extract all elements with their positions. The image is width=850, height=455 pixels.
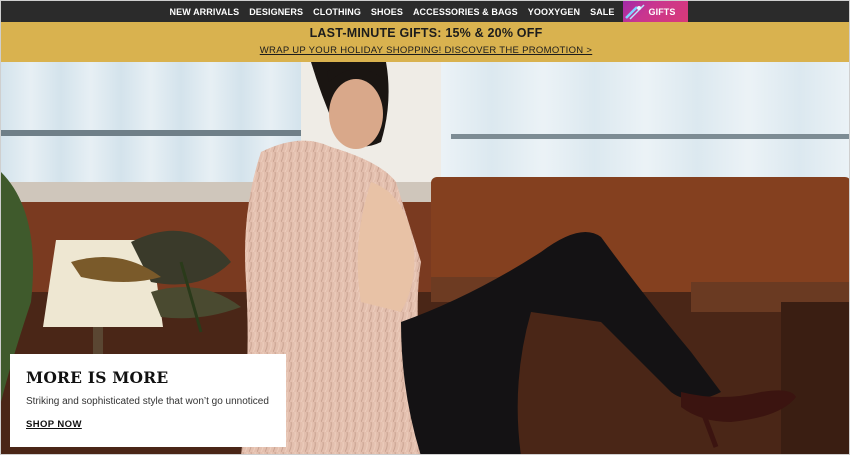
nav-designers[interactable]: DESIGNERS xyxy=(244,1,308,22)
gift-ribbon-icon xyxy=(624,4,645,20)
hero-card-title: MORE IS MORE xyxy=(26,368,169,387)
promo-title: LAST-MINUTE GIFTS: 15% & 20% OFF xyxy=(309,26,543,40)
page-frame: NEW ARRIVALS DESIGNERS CLOTHING SHOES AC… xyxy=(0,0,850,455)
shop-now-link[interactable]: SHOP NOW xyxy=(26,419,82,430)
nav-shoes[interactable]: SHOES xyxy=(366,1,408,22)
nav-gifts[interactable]: GIFTS xyxy=(622,1,688,22)
hero-card-description: Striking and sophisticated style that wo… xyxy=(26,396,269,407)
promo-discover-link[interactable]: WRAP UP YOUR HOLIDAY SHOPPING! DISCOVER … xyxy=(260,45,592,56)
top-navigation: NEW ARRIVALS DESIGNERS CLOTHING SHOES AC… xyxy=(1,1,849,22)
promo-banner: LAST-MINUTE GIFTS: 15% & 20% OFF WRAP UP… xyxy=(1,22,849,62)
nav-accessories-bags[interactable]: ACCESSORIES & BAGS xyxy=(408,1,523,22)
nav-sale[interactable]: SALE xyxy=(585,1,619,22)
nav-clothing[interactable]: CLOTHING xyxy=(308,1,366,22)
nav-yooxygen[interactable]: YOOXYGEN xyxy=(523,1,585,22)
nav-new-arrivals[interactable]: NEW ARRIVALS xyxy=(165,1,245,22)
nav-gifts-label: GIFTS xyxy=(648,6,676,17)
hero-promo-card: MORE IS MORE Striking and sophisticated … xyxy=(10,354,286,447)
